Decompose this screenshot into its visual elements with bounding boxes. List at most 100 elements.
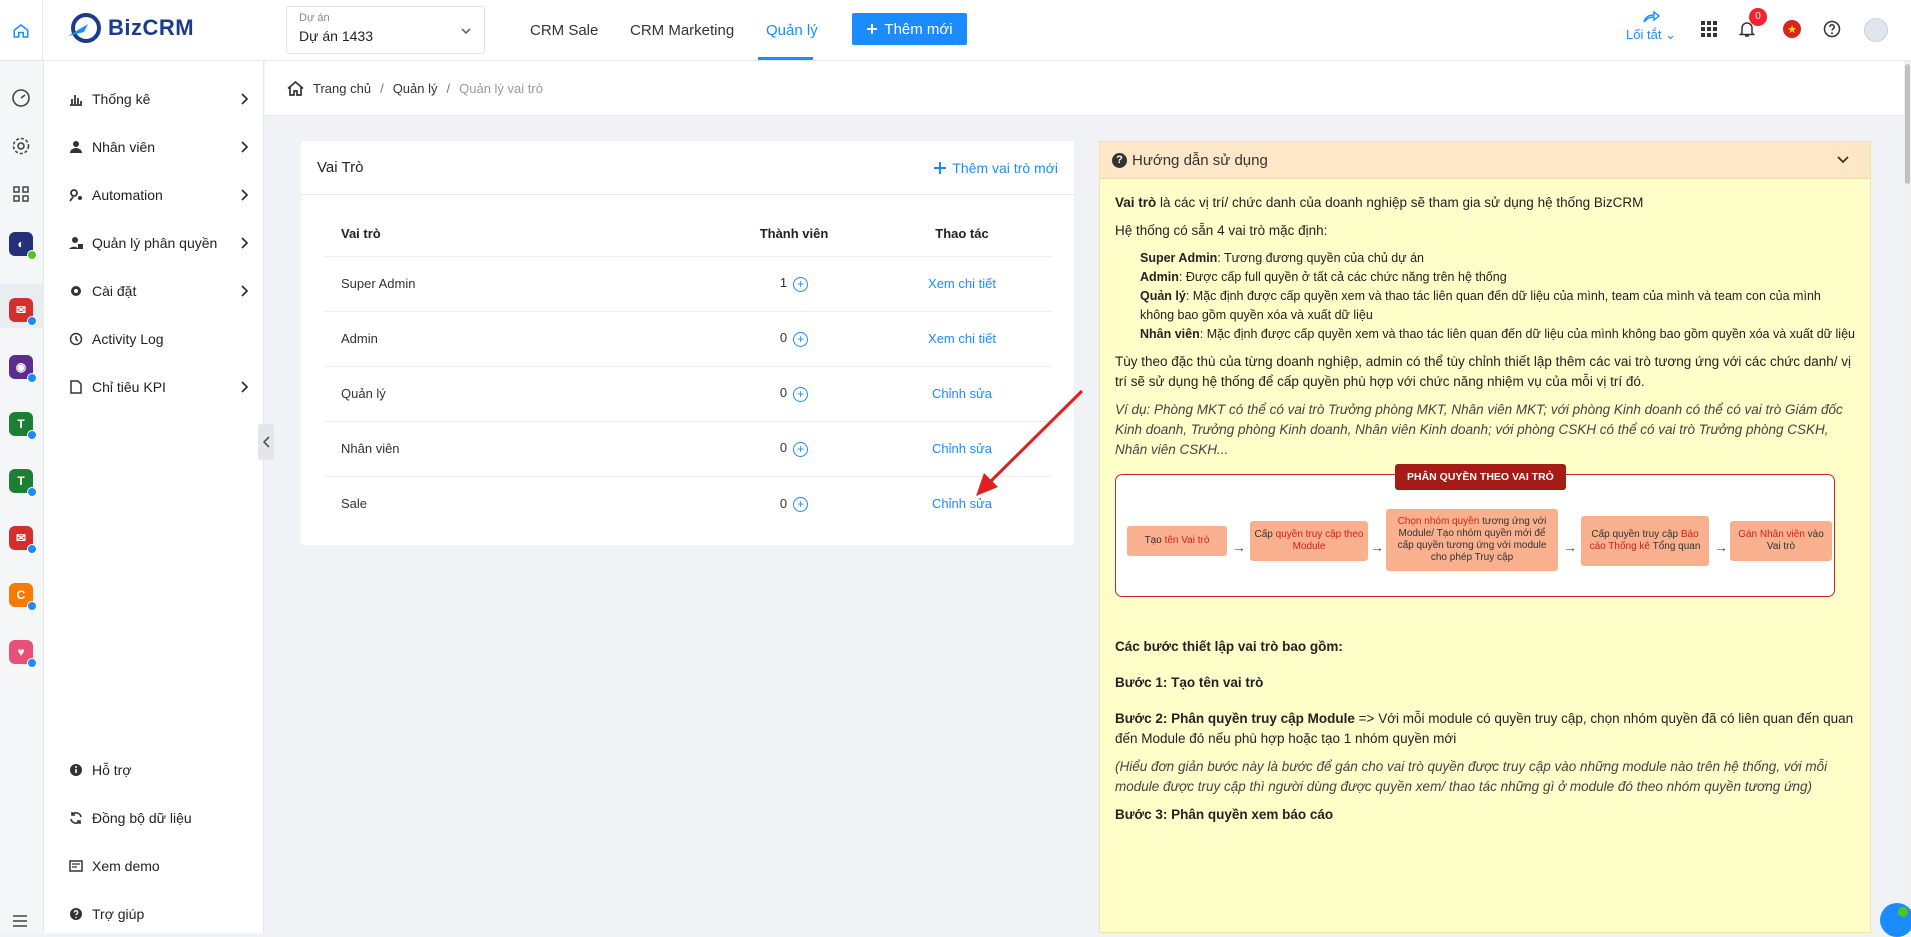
history-icon: [69, 332, 83, 346]
task-app-icon[interactable]: T: [9, 412, 37, 440]
role-action-link[interactable]: Chỉnh sửa: [932, 441, 992, 456]
nav-quan-ly[interactable]: Quản lý: [766, 0, 818, 61]
nav-active-indicator: [758, 57, 813, 60]
logo[interactable]: BizCRM: [66, 10, 194, 46]
step-1: Bước 1: Tạo tên vai trò: [1115, 675, 1264, 690]
widget-grid-icon[interactable]: [11, 184, 31, 204]
sidebar-item-cai-dat[interactable]: Cài đặt: [44, 271, 264, 311]
sync-icon: [70, 812, 82, 824]
role-name: Quản lý: [325, 366, 715, 422]
app-rail: ◐ ✉ ◉ T T ✉ C ♥: [0, 61, 44, 933]
role-name: Nhân viên: [325, 421, 715, 477]
flow-arrow-icon: →: [1714, 539, 1728, 555]
sidebar-collapse-toggle[interactable]: [258, 424, 274, 460]
logo-text: BizCRM: [108, 15, 195, 40]
guide-example: Ví dụ: Phòng MKT có thể có vai trò Trưởn…: [1115, 402, 1843, 457]
mail-app-icon[interactable]: ✉: [9, 298, 37, 326]
add-member-icon[interactable]: +: [793, 276, 809, 292]
project-label: Dự án: [299, 12, 330, 24]
role-name: Sale: [341, 496, 368, 512]
online-status-dot: [1898, 907, 1908, 917]
chevron-down-icon[interactable]: [1836, 153, 1850, 167]
sidebar-item-chi-tieu-kpi[interactable]: Chỉ tiêu KPI: [44, 367, 264, 407]
flow-step-2: Cấp quyền truy cập theo Module: [1250, 521, 1368, 561]
flow-arrow-icon: →: [1232, 539, 1246, 555]
sidebar-item-thong-ke[interactable]: Thống kê: [44, 79, 264, 119]
shortcut-menu[interactable]: Lối tắt ⌄: [1625, 10, 1677, 43]
user-icon: [70, 141, 82, 153]
sidebar-item-xem-demo[interactable]: Xem demo: [44, 846, 264, 886]
project-value: Dự án 1433: [299, 28, 373, 44]
orange-app-icon[interactable]: C: [9, 583, 37, 611]
member-count: 0: [779, 330, 788, 346]
settings-gear-icon[interactable]: [11, 136, 31, 156]
guide-custom: Tùy theo đặc thù của từng doanh nghiệp, …: [1115, 354, 1852, 389]
member-count: 0: [779, 440, 788, 456]
sidebar-item-label: Chỉ tiêu KPI: [92, 379, 166, 395]
mail-app-2-icon[interactable]: ✉: [9, 526, 37, 554]
chat-bot-app-icon[interactable]: ◉: [9, 355, 37, 383]
add-new-button[interactable]: Thêm mới: [852, 13, 967, 45]
page-scrollbar[interactable]: [1904, 61, 1911, 933]
add-member-icon[interactable]: +: [793, 496, 809, 512]
file-icon: [70, 380, 82, 394]
task-app-2-icon[interactable]: T: [9, 469, 37, 497]
role-name: Admin: [325, 311, 715, 367]
apps-grid-icon[interactable]: [1700, 20, 1718, 38]
scrollbar-thumb[interactable]: [1905, 64, 1910, 184]
table-row: Nhân viên 0 + Chỉnh sửa: [325, 421, 1051, 477]
member-count: 0: [779, 385, 788, 401]
roles-table: Vai trò Thành viên Thao tác Super Admin …: [325, 211, 1051, 531]
usage-guide-panel: ? Hướng dẫn sử dụng Vai trò là các vị tr…: [1099, 141, 1871, 933]
sidebar-item-tro-giup[interactable]: Trợ giúp: [44, 894, 264, 934]
sidebar-item-ho-tro[interactable]: Hỗ trợ: [44, 750, 264, 790]
chevron-down-icon: [461, 28, 471, 35]
sidebar-item-label: Hỗ trợ: [92, 762, 132, 778]
user-avatar[interactable]: [1864, 18, 1888, 42]
sidebar-item-label: Activity Log: [92, 331, 164, 347]
col-header-role: Vai trò: [325, 211, 715, 257]
logo-mark-icon: [68, 13, 101, 43]
top-bar: BizCRM Dự án Dự án 1433 CRM Sale CRM Mar…: [0, 0, 1911, 61]
shortcut-label: Lối tắt: [1626, 27, 1662, 42]
home-icon[interactable]: [287, 80, 304, 96]
role-action-link[interactable]: Xem chi tiết: [928, 276, 996, 291]
sidebar-item-label: Trợ giúp: [92, 906, 145, 922]
nav-crm-marketing[interactable]: CRM Marketing: [630, 0, 734, 61]
add-member-icon[interactable]: +: [793, 331, 809, 347]
roles-card-title: Vai Trò: [317, 159, 364, 176]
sidebar-item-quan-ly-phan-quyen[interactable]: Quản lý phân quyền: [44, 223, 264, 263]
nav-crm-sale[interactable]: CRM Sale: [530, 0, 598, 61]
sidebar-item-label: Thống kê: [92, 91, 151, 107]
dashboard-gauge-icon[interactable]: [11, 88, 31, 108]
guide-header[interactable]: ? Hướng dẫn sử dụng: [1100, 142, 1870, 179]
add-role-button[interactable]: Thêm vai trò mới: [934, 160, 1058, 176]
add-member-icon[interactable]: +: [793, 386, 809, 402]
role-action-link[interactable]: Chỉnh sửa: [932, 496, 992, 511]
help-icon: [70, 908, 82, 920]
notification-badge: 0: [1749, 8, 1767, 26]
breadcrumb-quan-ly[interactable]: Quản lý: [393, 81, 438, 96]
breadcrumb-home[interactable]: Trang chủ: [313, 81, 371, 96]
add-new-label: Thêm mới: [884, 20, 953, 38]
role-action-link[interactable]: Chỉnh sửa: [932, 386, 992, 401]
sidebar-item-dong-bo-du-lieu[interactable]: Đồng bộ dữ liệu: [44, 798, 264, 838]
vietnam-flag-icon[interactable]: ★: [1783, 20, 1801, 38]
sidebar-item-nhan-vien[interactable]: Nhân viên: [44, 127, 264, 167]
bizcrm-app-icon[interactable]: ◐: [9, 232, 37, 260]
table-row: Admin 0 + Xem chi tiết: [325, 311, 1051, 367]
role-name: Super Admin: [325, 256, 715, 312]
help-circle-icon[interactable]: [1823, 20, 1841, 38]
step-2: Bước 2: Phân quyền truy cập Module => Vớ…: [1115, 711, 1854, 746]
list-menu-icon[interactable]: [11, 913, 29, 929]
add-role-label: Thêm vai trò mới: [952, 159, 1058, 176]
sidebar-item-activity-log[interactable]: Activity Log: [44, 319, 264, 359]
list-item: Admin: Được cấp full quyền ở tất cả các …: [1140, 270, 1507, 284]
project-select[interactable]: Dự án Dự án 1433: [286, 6, 485, 54]
add-member-icon[interactable]: +: [793, 441, 809, 457]
role-action-link[interactable]: Xem chi tiết: [928, 331, 996, 346]
home-button[interactable]: [0, 0, 43, 61]
heart-app-icon[interactable]: ♥: [9, 640, 37, 668]
list-item: Quản lý: Mặc định được cấp quyền xem và …: [1140, 289, 1821, 322]
sidebar-item-automation[interactable]: Automation: [44, 175, 264, 215]
